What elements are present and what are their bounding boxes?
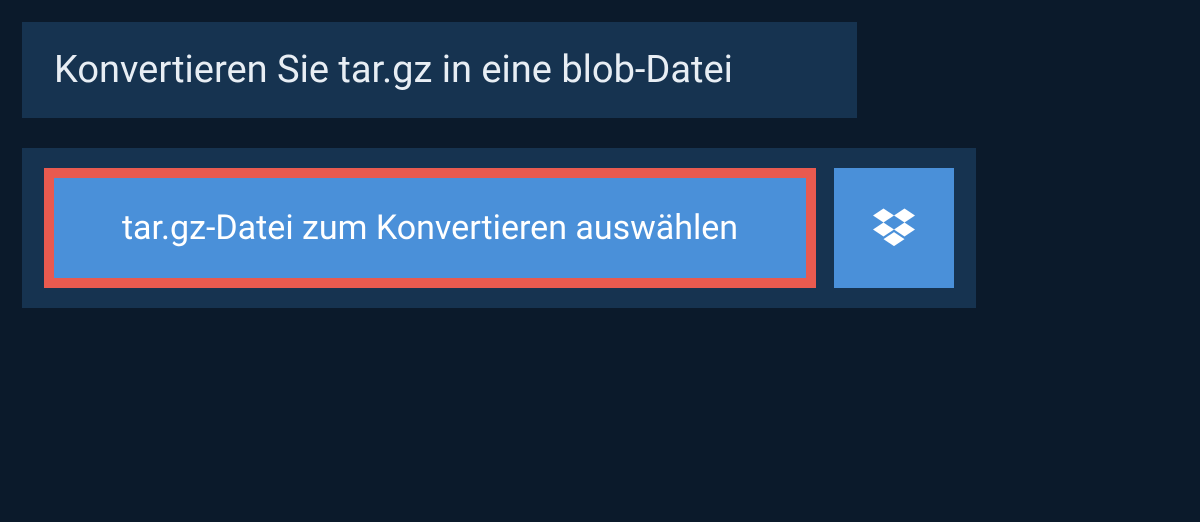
header-bar: Konvertieren Sie tar.gz in eine blob-Dat…: [22, 22, 857, 118]
select-file-label: tar.gz-Datei zum Konvertieren auswählen: [122, 208, 738, 248]
upload-panel: tar.gz-Datei zum Konvertieren auswählen: [22, 148, 976, 308]
page-title: Konvertieren Sie tar.gz in eine blob-Dat…: [54, 48, 825, 92]
dropbox-icon: [873, 205, 915, 251]
select-file-button[interactable]: tar.gz-Datei zum Konvertieren auswählen: [44, 168, 816, 288]
dropbox-button[interactable]: [834, 168, 954, 288]
